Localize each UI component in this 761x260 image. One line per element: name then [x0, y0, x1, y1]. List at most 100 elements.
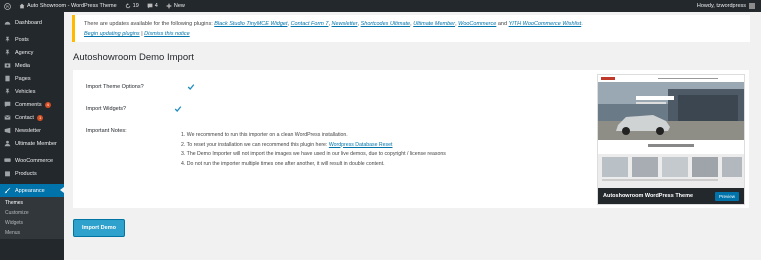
plugin-link[interactable]: Contact Form 7 — [291, 21, 329, 27]
page-icon — [4, 75, 11, 82]
users-icon — [4, 140, 11, 147]
sidebar-item-appearance[interactable]: Appearance — [0, 184, 64, 197]
sidebar-item-label: Dashboard — [15, 19, 42, 26]
page-title: Autoshowroom Demo Import — [73, 52, 194, 63]
sidebar-item-label: Media — [15, 62, 30, 69]
cart-icon — [4, 157, 11, 164]
account-menu[interactable]: Howdy, tzwordpress — [693, 0, 761, 12]
sidebar-item-label: Contact — [15, 114, 34, 121]
sidebar-item-label: Products — [15, 170, 37, 177]
sidebar-item-contact[interactable]: Contact 1 — [0, 111, 64, 124]
admin-sidebar: Dashboard Posts Agency Media Pages Vehic… — [0, 12, 64, 260]
home-icon — [19, 3, 25, 9]
sidebar-item-vehicles[interactable]: Vehicles — [0, 85, 64, 98]
list-item: 1. We recommend to run this importer on … — [181, 132, 348, 138]
pin-icon — [4, 88, 11, 95]
sidebar-item-label: Ultimate Member — [15, 140, 57, 147]
sidebar-item-dashboard[interactable]: Dashboard — [0, 16, 64, 29]
plugin-link[interactable]: Black Studio TinyMCE Widget — [214, 21, 287, 27]
notice-separator: | — [141, 31, 143, 37]
sidebar-item-label: WooCommerce — [15, 157, 54, 164]
sidebar-item-agency[interactable]: Agency — [0, 46, 64, 59]
submenu-item-customize[interactable]: Customize — [0, 208, 64, 218]
plugin-link[interactable]: Shortcodes Ultimate — [361, 21, 411, 27]
sidebar-item-posts[interactable]: Posts — [0, 33, 64, 46]
howdy-text: Howdy, tzwordpress — [696, 3, 746, 9]
notice-line: There are updates available for the foll… — [84, 21, 583, 27]
sidebar-item-label: Vehicles — [15, 88, 36, 95]
important-notes-list: 1. We recommend to run this importer on … — [181, 131, 446, 169]
sidebar-item-label: Posts — [15, 36, 29, 43]
preview-button[interactable]: Preview — [714, 191, 739, 201]
svg-text:W: W — [6, 3, 10, 8]
wordpress-logo-icon[interactable]: W — [0, 0, 15, 12]
begin-updating-link[interactable]: Begin updating plugins — [84, 31, 140, 37]
mail-icon — [4, 114, 11, 121]
list-item: 2. To reset your installation we can rec… — [181, 141, 446, 151]
plugin-link[interactable]: WooCommerce — [458, 21, 496, 27]
comments-link[interactable]: 4 — [143, 0, 162, 12]
database-reset-link[interactable]: Wordpress Database Reset — [329, 142, 393, 148]
widgets-checkbox[interactable] — [174, 105, 182, 113]
plugin-link[interactable]: YITH WooCommerce Wishlist — [509, 21, 582, 27]
plugin-link[interactable]: Newsletter — [332, 21, 358, 27]
plugin-link[interactable]: Ultimate Member — [413, 21, 455, 27]
sidebar-item-label: Pages — [15, 75, 31, 82]
import-panel: Import Theme Options? Import Widgets? Im… — [73, 70, 749, 208]
theme-name: Autoshowroom WordPress Theme — [603, 193, 694, 199]
notice-actions: Begin updating plugins | Dismiss this no… — [84, 29, 741, 39]
avatar — [749, 3, 755, 9]
new-label: New — [173, 3, 185, 9]
dashboard-icon — [4, 19, 11, 26]
sidebar-item-newsletter[interactable]: Newsletter — [0, 124, 64, 137]
brush-icon — [4, 187, 11, 194]
newsletter-icon — [4, 127, 11, 134]
notice-text: There are updates available for the foll… — [84, 21, 213, 27]
theme-options-label: Import Theme Options? — [86, 84, 144, 90]
site-name-link[interactable]: Auto Showroom - WordPress Theme — [15, 0, 121, 12]
notes-label: Important Notes: — [86, 128, 127, 134]
sidebar-item-label: Comments — [15, 101, 42, 108]
sidebar-item-label: Agency — [15, 49, 34, 56]
theme-options-checkbox[interactable] — [187, 83, 195, 91]
pin-icon — [4, 49, 11, 56]
theme-card-footer: Autoshowroom WordPress Theme Preview — [598, 188, 744, 204]
sidebar-item-pages[interactable]: Pages — [0, 72, 64, 85]
sidebar-item-woocommerce[interactable]: WooCommerce — [0, 154, 64, 167]
updates-icon — [125, 3, 131, 9]
theme-card[interactable]: Autoshowroom WordPress Theme Preview — [597, 74, 745, 205]
media-icon — [4, 62, 11, 69]
pin-icon — [4, 36, 11, 43]
submenu-item-widgets[interactable]: Widgets — [0, 218, 64, 228]
sidebar-item-ultimate-member[interactable]: Ultimate Member — [0, 137, 64, 150]
theme-screenshot — [598, 75, 744, 188]
submenu-item-themes[interactable]: Themes — [0, 198, 64, 208]
list-item: 4. Do not run the importer multiple time… — [181, 160, 385, 167]
appearance-submenu: Themes Customize Widgets Menus — [0, 197, 64, 239]
box-icon — [4, 170, 11, 177]
plus-icon — [166, 3, 172, 9]
site-name: Auto Showroom - WordPress Theme — [27, 3, 117, 9]
sidebar-item-products[interactable]: Products — [0, 167, 64, 180]
contact-badge: 1 — [36, 114, 44, 121]
new-content-link[interactable]: New — [162, 0, 189, 12]
sidebar-item-comments[interactable]: Comments 4 — [0, 98, 64, 111]
comment-icon — [147, 3, 153, 9]
import-demo-button[interactable]: Import Demo — [73, 219, 125, 237]
sidebar-item-media[interactable]: Media — [0, 59, 64, 72]
note-text: 2. To reset your installation we can rec… — [181, 141, 328, 148]
comments-badge: 4 — [44, 101, 51, 108]
notice-and: and — [497, 21, 508, 27]
updates-link[interactable]: 19 — [121, 0, 143, 12]
sidebar-item-label: Appearance — [15, 187, 45, 194]
plugin-update-notice: There are updates available for the foll… — [72, 15, 750, 42]
dismiss-notice-link[interactable]: Dismiss this notice — [144, 31, 190, 37]
comments-count: 4 — [154, 3, 158, 9]
list-item: 3. The Demo Importer will not import the… — [181, 151, 446, 157]
widgets-label: Import Widgets? — [86, 106, 127, 112]
admin-bar: W Auto Showroom - WordPress Theme 19 4 N… — [0, 0, 761, 12]
comment-icon — [4, 101, 11, 108]
sidebar-item-label: Newsletter — [15, 127, 41, 134]
submenu-item-menus[interactable]: Menus — [0, 228, 64, 238]
updates-count: 19 — [132, 3, 139, 9]
